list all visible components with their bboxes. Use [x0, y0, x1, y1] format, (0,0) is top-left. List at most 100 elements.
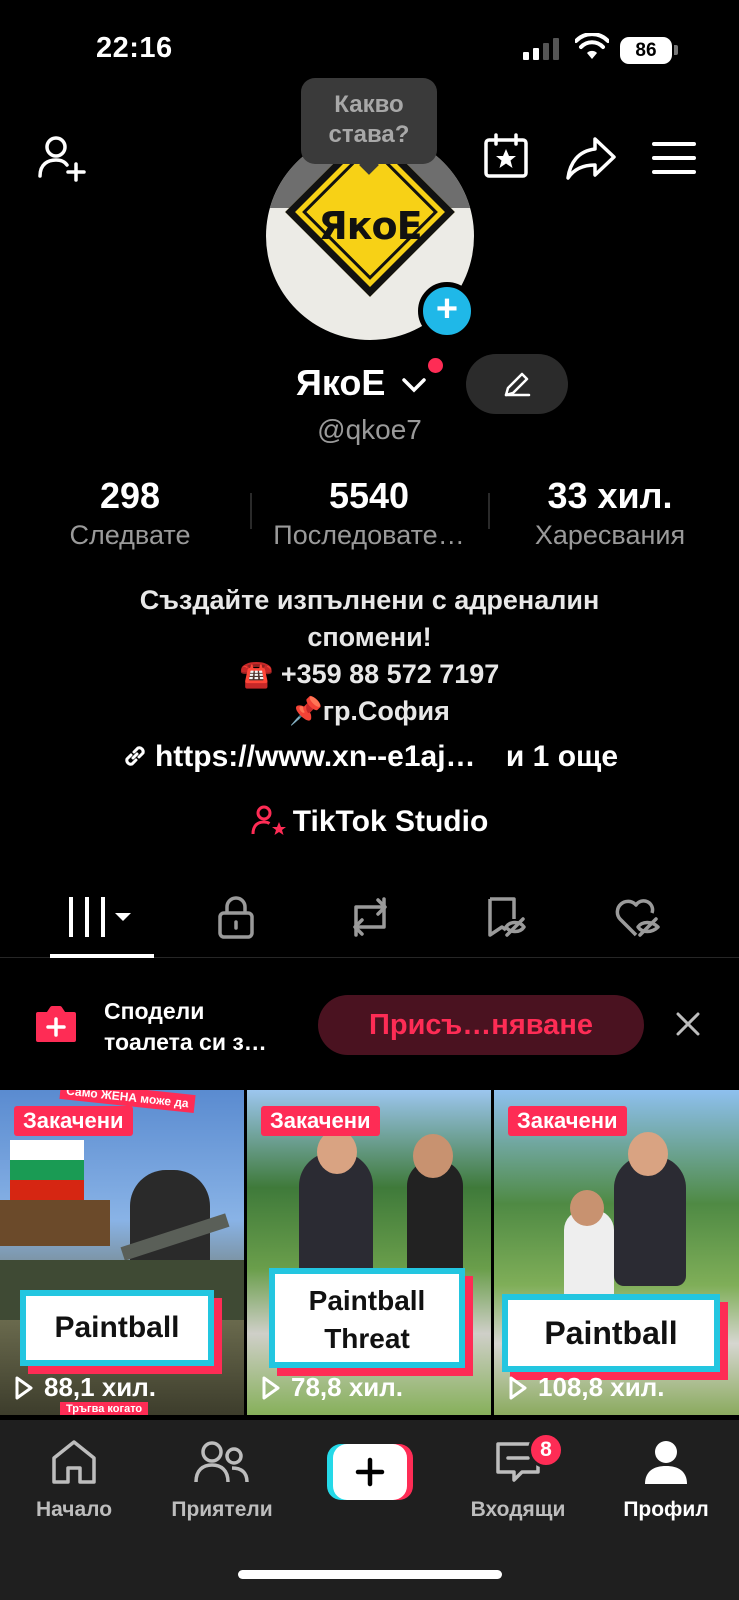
nav-inbox-label: Входящи — [470, 1498, 566, 1521]
person-head — [628, 1132, 668, 1176]
following-label: Следвате — [69, 520, 191, 550]
bottom-navigation: Начало Приятели Входящи 8 Профил — [0, 1420, 739, 1600]
nav-profile[interactable]: Профил — [596, 1438, 736, 1522]
pencil-icon — [504, 372, 531, 397]
tab-reposts[interactable] — [296, 876, 444, 958]
home-indicator[interactable] — [238, 1570, 502, 1579]
active-tab-indicator — [50, 954, 154, 958]
view-count: 78,8 хил. — [261, 1372, 403, 1403]
nav-friends[interactable]: Приятели — [152, 1438, 292, 1522]
roof-shape — [0, 1200, 110, 1246]
play-icon — [262, 1376, 280, 1399]
bio-link[interactable]: https://www.xn--e1aj… и 1 още — [0, 740, 739, 774]
tab-liked[interactable] — [564, 876, 712, 958]
menu-button[interactable] — [648, 134, 700, 182]
promo-text-line: Сподели — [104, 998, 205, 1024]
status-time: 22:16 — [96, 32, 173, 64]
video-title-card: Paintball Threat — [269, 1268, 465, 1368]
pinned-badge: Закачени — [508, 1106, 627, 1136]
profile-tabs — [0, 876, 739, 958]
profile-handle: @qkoe7 — [317, 414, 422, 445]
create-button[interactable] — [327, 1444, 413, 1500]
notification-dot — [428, 358, 443, 373]
add-user-icon — [38, 136, 86, 182]
overlay-caption: Тръгва когато — [60, 1402, 149, 1415]
bio-line: спомени! — [307, 622, 432, 652]
camera-plus-icon — [36, 1006, 76, 1042]
video-title-card: Paintball — [20, 1290, 214, 1366]
edit-profile-button[interactable] — [466, 354, 568, 414]
play-icon — [509, 1376, 527, 1399]
followers-stat[interactable]: 5540 Последовате… — [252, 476, 486, 551]
lock-icon — [218, 896, 254, 939]
bio-link-url: https://www.xn--e1aj… — [154, 740, 476, 773]
status-bubble[interactable]: Какво става? — [301, 78, 437, 164]
video-thumbnail[interactable]: Закачени Paintball 108,8 хил. — [494, 1090, 739, 1415]
view-count-value: 108,8 хил. — [538, 1372, 665, 1402]
wifi-icon — [575, 33, 609, 59]
stat-divider — [488, 493, 490, 529]
video-thumbnail[interactable]: Закачени Paintball Threat 78,8 хил. — [247, 1090, 491, 1415]
add-story-button[interactable]: + — [418, 282, 476, 340]
nav-inbox[interactable]: Входящи — [448, 1438, 588, 1522]
add-friend-button[interactable] — [32, 128, 92, 188]
view-count-value: 78,8 хил. — [291, 1372, 404, 1402]
calendar-button[interactable] — [478, 128, 534, 184]
flag-stripe — [10, 1140, 84, 1160]
video-title-line: Paintball — [308, 1285, 426, 1316]
close-icon[interactable] — [674, 1010, 702, 1038]
bio-location: 📌гр.София — [289, 696, 450, 726]
profile-icon — [645, 1441, 687, 1484]
profile-name-switcher[interactable]: ЯкоЕ — [296, 362, 427, 404]
calendar-star-icon — [484, 133, 528, 178]
likes-count: 33 хил. — [547, 475, 673, 516]
followers-label: Последовате… — [273, 520, 465, 550]
promo-banner[interactable]: Сподели тоалета си з… Присъ…няване — [0, 980, 739, 1070]
view-count-value: 88,1 хил. — [44, 1372, 157, 1402]
tab-private[interactable] — [162, 876, 310, 958]
followers-count: 5540 — [328, 475, 410, 516]
likes-label: Харесвания — [534, 520, 686, 550]
plus-icon — [355, 1457, 385, 1487]
nav-home[interactable]: Начало — [4, 1438, 144, 1522]
flag-stripe — [10, 1180, 84, 1200]
promo-text: Сподели тоалета си з… — [104, 996, 267, 1058]
bookmark-hidden-icon — [488, 897, 526, 937]
link-icon — [125, 746, 145, 766]
video-thumbnail[interactable]: Само ЖЕНА може да Закачени Paintball 88,… — [0, 1090, 244, 1415]
bio-line: Създайте изпълнени с адреналин — [139, 585, 600, 615]
avatar-logo-text: ЯкоЕ — [318, 204, 422, 248]
video-title-card: Paintball — [502, 1294, 720, 1372]
promo-join-button[interactable]: Присъ…няване — [318, 995, 644, 1055]
view-count: 108,8 хил. — [508, 1372, 664, 1403]
likes-stat[interactable]: 33 хил. Харесвания — [510, 476, 710, 551]
nav-profile-label: Профил — [623, 1498, 709, 1521]
nav-friends-label: Приятели — [171, 1498, 273, 1521]
grid-videos-icon — [69, 897, 131, 937]
promo-text-line: тоалета си з… — [104, 1029, 267, 1055]
pinned-badge: Закачени — [261, 1106, 380, 1136]
tab-saved[interactable] — [430, 876, 578, 958]
studio-user-icon — [251, 805, 286, 835]
more-links[interactable]: и 1 още — [506, 740, 618, 773]
studio-label: TikTok Studio — [292, 805, 489, 838]
child-head — [570, 1190, 604, 1226]
tiktok-studio-link[interactable]: TikTok Studio — [0, 804, 739, 839]
share-profile-button[interactable] — [562, 130, 620, 186]
cellular-signal-icon — [523, 38, 559, 60]
profile-name: ЯкоЕ — [296, 362, 386, 403]
hamburger-menu-icon — [652, 142, 696, 174]
video-title-line: Threat — [324, 1323, 410, 1354]
pinned-badge: Закачени — [14, 1106, 133, 1136]
home-icon — [52, 1440, 96, 1484]
following-stat[interactable]: 298 Следвате — [40, 476, 220, 551]
chevron-down-icon — [402, 378, 427, 393]
flag-stripe — [10, 1160, 84, 1180]
inbox-count-badge: 8 — [528, 1432, 564, 1468]
heart-hidden-icon — [615, 899, 660, 937]
tab-videos[interactable] — [28, 876, 176, 958]
battery-tip — [674, 45, 678, 55]
friends-icon — [194, 1441, 249, 1483]
video-grid: Само ЖЕНА може да Закачени Paintball 88,… — [0, 1090, 739, 1415]
share-arrow-icon — [566, 137, 616, 180]
